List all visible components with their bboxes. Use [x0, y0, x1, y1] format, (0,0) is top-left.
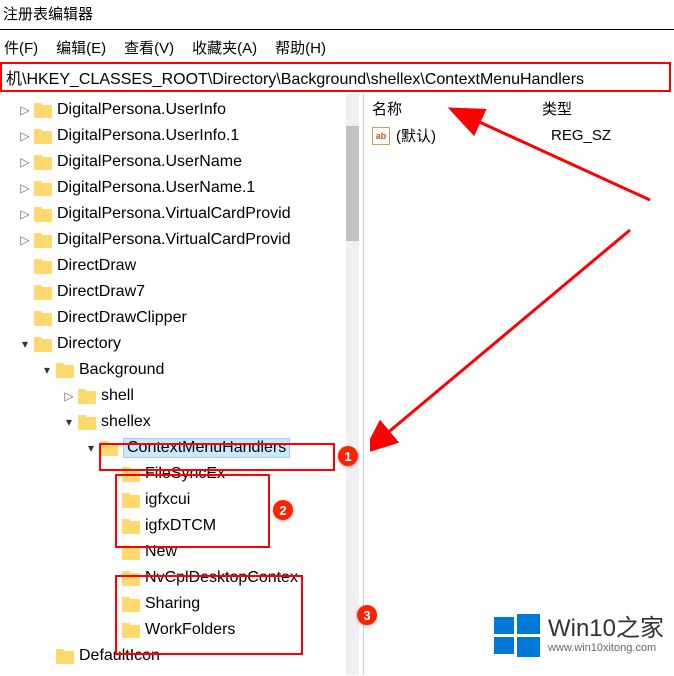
expand-icon[interactable]: ▷	[18, 129, 32, 143]
menu-bar: 件(F) 编辑(E) 查看(V) 收藏夹(A) 帮助(H)	[0, 32, 674, 60]
window-title: 注册表编辑器	[0, 0, 674, 30]
folder-icon	[34, 233, 52, 248]
tree-item[interactable]: ▷ shell	[0, 383, 358, 409]
string-value-icon: ab	[372, 127, 390, 145]
expand-icon[interactable]: ▷	[18, 233, 32, 247]
collapse-icon[interactable]: ▾	[84, 441, 98, 455]
watermark: Win10之家 www.win10xitong.com	[494, 612, 664, 658]
tree-label: DirectDraw	[57, 257, 136, 275]
list-row[interactable]: ab (默认) REG_SZ	[364, 122, 674, 149]
values-panel: 名称 类型 ab (默认) REG_SZ	[364, 94, 674, 675]
annotation-badge-1: 1	[338, 446, 358, 466]
scrollbar-thumb[interactable]	[346, 126, 359, 241]
tree-item[interactable]: ▷ DigitalPersona.UserInfo	[0, 97, 358, 123]
folder-icon	[56, 363, 74, 378]
tree-item[interactable]: DirectDraw7	[0, 279, 358, 305]
annotation-box	[115, 575, 303, 655]
tree-item[interactable]: DirectDrawClipper	[0, 305, 358, 331]
column-name[interactable]: 名称	[364, 94, 534, 122]
tree-label: DigitalPersona.VirtualCardProvid	[57, 231, 291, 249]
tree-item[interactable]: ▷ DigitalPersona.VirtualCardProvid	[0, 227, 358, 253]
watermark-brand: Win10	[548, 615, 616, 642]
menu-file[interactable]: 件(F)	[0, 35, 42, 60]
annotation-box	[115, 474, 270, 548]
tree-label: DirectDrawClipper	[57, 309, 187, 327]
tree-label: DirectDraw7	[57, 283, 145, 301]
address-bar[interactable]: 机\HKEY_CLASSES_ROOT\Directory\Background…	[0, 62, 671, 92]
expand-icon[interactable]: ▷	[18, 155, 32, 169]
tree-label: DigitalPersona.UserName	[57, 153, 242, 171]
expand-icon[interactable]: ▷	[18, 207, 32, 221]
tree-item[interactable]: ▷ DigitalPersona.UserInfo.1	[0, 123, 358, 149]
menu-favorites[interactable]: 收藏夹(A)	[188, 35, 261, 60]
list-header: 名称 类型	[364, 94, 674, 122]
collapse-icon[interactable]: ▾	[40, 363, 54, 377]
scrollbar[interactable]	[346, 94, 359, 675]
annotation-box	[99, 443, 335, 471]
tree-label: Directory	[57, 335, 121, 353]
folder-icon	[34, 207, 52, 222]
folder-icon	[34, 129, 52, 144]
menu-edit[interactable]: 编辑(E)	[52, 35, 110, 60]
collapse-icon[interactable]: ▾	[62, 415, 76, 429]
value-type: REG_SZ	[551, 127, 611, 144]
folder-icon	[78, 415, 96, 430]
folder-icon	[34, 337, 52, 352]
collapse-icon[interactable]: ▾	[18, 337, 32, 351]
folder-icon	[34, 285, 52, 300]
tree-item[interactable]: ▷ DigitalPersona.UserName	[0, 149, 358, 175]
menu-view[interactable]: 查看(V)	[120, 35, 178, 60]
tree-item[interactable]: ▾ Background	[0, 357, 358, 383]
tree-label: DigitalPersona.UserName.1	[57, 179, 255, 197]
tree-label: DigitalPersona.VirtualCardProvid	[57, 205, 291, 223]
folder-icon	[34, 311, 52, 326]
watermark-suffix: 之家	[616, 615, 664, 642]
folder-icon	[34, 259, 52, 274]
annotation-badge-3: 3	[357, 605, 377, 625]
folder-icon	[34, 103, 52, 118]
tree-item[interactable]: ▾ shellex	[0, 409, 358, 435]
expand-icon[interactable]: ▷	[18, 103, 32, 117]
tree-label: Background	[79, 361, 164, 379]
tree-item[interactable]: ▾ Directory	[0, 331, 358, 357]
tree-item[interactable]: ▷ DigitalPersona.UserName.1	[0, 175, 358, 201]
tree-label: shellex	[101, 413, 151, 431]
folder-icon	[34, 155, 52, 170]
tree-item[interactable]: ▷ DigitalPersona.VirtualCardProvid	[0, 201, 358, 227]
tree-label: shell	[101, 387, 134, 405]
folder-icon	[78, 389, 96, 404]
address-text: 机\HKEY_CLASSES_ROOT\Directory\Background…	[6, 65, 584, 89]
expand-icon[interactable]: ▷	[18, 181, 32, 195]
tree-item[interactable]: DirectDraw	[0, 253, 358, 279]
panel-splitter[interactable]	[358, 94, 364, 675]
menu-help[interactable]: 帮助(H)	[271, 35, 330, 60]
windows-logo-icon	[494, 612, 540, 658]
folder-icon	[34, 181, 52, 196]
expand-icon[interactable]: ▷	[62, 389, 76, 403]
column-type[interactable]: 类型	[534, 94, 674, 122]
watermark-url: www.win10xitong.com	[548, 642, 656, 654]
annotation-badge-2: 2	[273, 500, 293, 520]
folder-icon	[56, 649, 74, 664]
tree-label: DigitalPersona.UserInfo.1	[57, 127, 239, 145]
value-name: (默认)	[396, 125, 551, 146]
tree-label: DigitalPersona.UserInfo	[57, 101, 226, 119]
